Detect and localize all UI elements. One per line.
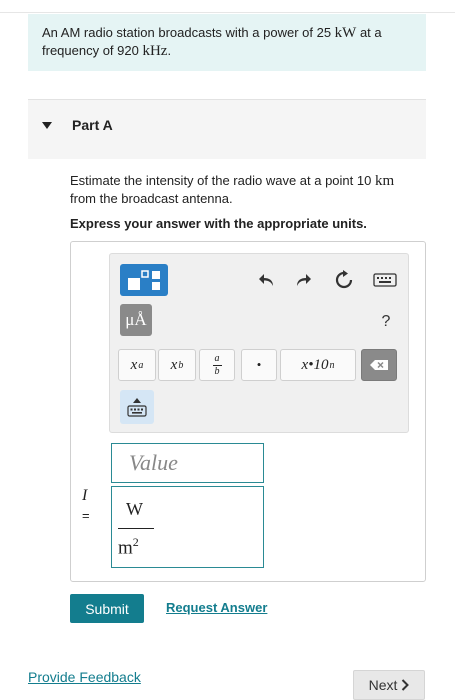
units-label: μÅ (125, 310, 147, 329)
question-text: Estimate the intensity of the radio wave… (70, 172, 422, 207)
multiply-dot-key[interactable]: • (241, 349, 277, 381)
chevron-up-icon (133, 397, 141, 403)
power-unit: kW (334, 25, 357, 41)
value-input[interactable] (111, 443, 264, 483)
question-text-part: from the broadcast antenna. (70, 191, 233, 206)
part-a-header[interactable]: Part A (28, 99, 426, 159)
question-text-part: Estimate the intensity of the radio wave… (70, 173, 375, 188)
next-button[interactable]: Next (353, 670, 425, 700)
dot-glyph: • (256, 357, 262, 372)
key-exponent: a (138, 359, 144, 371)
sci-label: x•10 (301, 356, 329, 373)
fraction-denominator: b (214, 365, 220, 377)
top-divider (0, 12, 455, 13)
templates-icon (128, 270, 160, 290)
redo-button[interactable] (292, 268, 314, 292)
collapse-triangle-icon[interactable] (42, 122, 52, 129)
redo-icon (297, 274, 311, 286)
templates-button[interactable] (120, 264, 168, 296)
scientific-notation-key[interactable]: x•10 n (280, 349, 356, 381)
key-subscript: b (178, 359, 184, 371)
unit-denominator-exponent: 2 (132, 535, 139, 549)
subscript-key[interactable]: xb (158, 349, 196, 381)
unit-denominator: m2 (118, 535, 139, 559)
units-button[interactable]: μÅ (120, 304, 152, 336)
keyboard-icon (373, 273, 397, 287)
problem-text: An AM radio station broadcasts with a po… (42, 25, 335, 40)
problem-statement: An AM radio station broadcasts with a po… (28, 14, 426, 71)
fraction-glyph: a b (212, 352, 222, 377)
problem-text: . (167, 43, 172, 58)
backspace-icon (370, 360, 388, 370)
next-label: Next (368, 677, 398, 693)
part-title: Part A (72, 117, 113, 133)
keyboard-icon (127, 404, 147, 417)
provide-feedback-link[interactable]: Provide Feedback (28, 669, 141, 685)
superscript-key[interactable]: xa (118, 349, 156, 381)
key-base: x (130, 356, 138, 373)
chevron-right-icon (402, 679, 410, 691)
unit-fraction-bar (118, 528, 154, 529)
frequency-unit: kHz (142, 43, 168, 59)
fraction-key[interactable]: a b (199, 349, 235, 381)
unit-denominator-base: m (118, 537, 133, 559)
answer-instruction: Express your answer with the appropriate… (70, 216, 367, 231)
help-button[interactable]: ? (374, 310, 398, 334)
undo-icon (259, 274, 273, 286)
request-answer-link[interactable]: Request Answer (166, 600, 267, 615)
distance-unit: km (374, 173, 395, 189)
key-base: x (170, 356, 178, 373)
keyboard-shortcuts-button[interactable] (372, 270, 398, 290)
reset-button[interactable] (332, 268, 356, 292)
unit-numerator: W (126, 499, 143, 519)
fraction-numerator: a (214, 352, 220, 364)
submit-button[interactable]: Submit (70, 594, 144, 623)
answer-variable: I (82, 487, 88, 504)
undo-button[interactable] (256, 268, 278, 292)
backspace-key[interactable] (361, 349, 397, 381)
math-toolbar: μÅ ? xa xb a b • x•10 n (109, 253, 409, 433)
sci-exponent: n (329, 359, 335, 371)
equals-sign: = (82, 508, 90, 523)
reset-icon (335, 270, 353, 289)
help-label: ? (381, 313, 391, 330)
units-input[interactable]: W m2 (111, 486, 264, 568)
show-keyboard-button[interactable] (120, 390, 154, 424)
